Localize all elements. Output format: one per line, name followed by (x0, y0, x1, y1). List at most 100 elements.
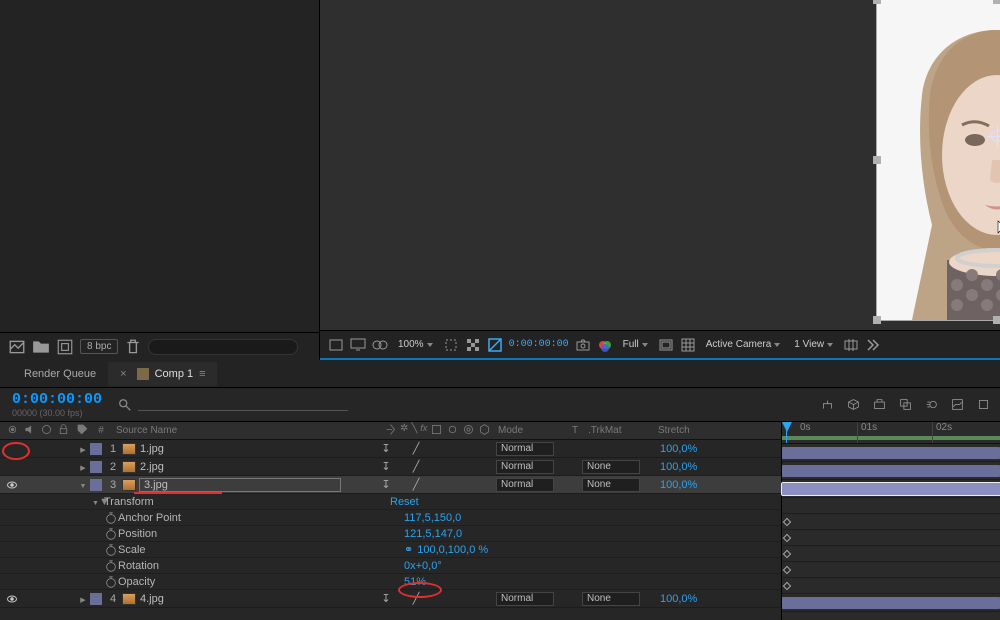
mode-col-header[interactable]: Mode (492, 425, 568, 436)
twirl-icon[interactable] (76, 461, 90, 473)
eye-icon[interactable] (6, 593, 18, 605)
stopwatch-icon[interactable] (104, 575, 118, 589)
project-search-input[interactable] (148, 339, 298, 355)
trkmat-dropdown[interactable]: None (582, 460, 640, 474)
layer-name[interactable]: 4.jpg (140, 593, 164, 605)
time-ruler[interactable]: 0s 01s 02s (782, 422, 1000, 444)
motion-blur-icon[interactable] (922, 396, 940, 414)
stopwatch-icon[interactable] (104, 527, 118, 541)
prop-value[interactable]: 117,5,150,0 (404, 512, 461, 524)
audio-col-icon[interactable] (23, 423, 36, 439)
label-col-icon[interactable] (76, 428, 89, 439)
safe-zones-icon[interactable] (658, 337, 674, 353)
stopwatch-icon[interactable] (104, 559, 118, 573)
twirl-icon[interactable] (76, 443, 90, 455)
new-composition-icon[interactable] (56, 338, 74, 356)
prop-value[interactable]: 0x+0,0° (404, 560, 442, 572)
stopwatch-icon[interactable] (104, 511, 118, 525)
monitor-icon[interactable] (350, 337, 366, 353)
zoom-dropdown[interactable]: 100% (394, 338, 437, 351)
camera-dropdown[interactable]: Active Camera (702, 338, 785, 351)
prop-opacity[interactable]: Opacity 51% (0, 574, 781, 590)
num-col-header[interactable]: # (92, 425, 110, 436)
fast-previews-icon[interactable] (865, 337, 881, 353)
timeline-search-input[interactable] (138, 398, 348, 411)
playhead[interactable] (786, 422, 787, 443)
layer-row[interactable]: 3 3.jpg ↧╱ Normal None 100,0% (0, 476, 781, 494)
anchor-point-icon[interactable] (991, 130, 1000, 142)
tab-render-queue[interactable]: Render Queue (12, 362, 108, 386)
prop-anchor-point[interactable]: Anchor Point 117,5,150,0 (0, 510, 781, 526)
mode-dropdown[interactable]: Normal (496, 442, 554, 456)
lock-col-icon[interactable] (57, 423, 70, 439)
layer-name[interactable]: 3.jpg (140, 479, 340, 491)
constrain-icon[interactable]: ⚭ (404, 543, 413, 556)
prop-scale[interactable]: Scale ⚭ 100,0,100,0 % (0, 542, 781, 558)
comp-mini-flowchart-icon[interactable] (818, 396, 836, 414)
prop-value[interactable]: 51% (404, 576, 426, 588)
label-color[interactable] (90, 443, 102, 455)
interpret-footage-icon[interactable] (8, 338, 26, 356)
prop-value[interactable]: 121,5,147,0 (404, 528, 462, 540)
new-folder-icon[interactable] (32, 338, 50, 356)
always-preview-icon[interactable] (328, 337, 344, 353)
hide-shy-icon[interactable] (870, 396, 888, 414)
twirl-icon[interactable]: ▼ (92, 496, 104, 508)
trash-icon[interactable] (124, 338, 142, 356)
stretch-value[interactable]: 100,0% (650, 443, 781, 455)
layer-row[interactable]: 2 2.jpg ↧╱ Normal None 100,0% (0, 458, 781, 476)
timeline-tracks[interactable]: 0s 01s 02s (782, 422, 1000, 620)
tab-comp1[interactable]: × Comp 1 ≡ (108, 362, 216, 386)
mode-dropdown[interactable]: Normal (496, 478, 554, 492)
channel-icon[interactable] (597, 337, 613, 353)
roi-icon[interactable] (443, 337, 459, 353)
label-color[interactable] (90, 479, 102, 491)
frame-blend-icon[interactable] (896, 396, 914, 414)
preview-time[interactable]: 0:00:00:00 (509, 339, 569, 350)
transform-group[interactable]: ▼ Transform Reset (0, 494, 781, 510)
transparency-grid-icon[interactable] (465, 337, 481, 353)
pixel-aspect-icon[interactable] (843, 337, 859, 353)
twirl-icon[interactable] (76, 593, 90, 605)
stretch-value[interactable]: 100,0% (650, 461, 781, 473)
layer-bounding-box[interactable] (877, 0, 1000, 320)
video-col-icon[interactable] (6, 423, 19, 439)
mode-dropdown[interactable]: Normal (496, 592, 554, 606)
snapping-icon[interactable] (974, 396, 992, 414)
layer-name[interactable]: 1.jpg (140, 443, 164, 455)
eye-icon[interactable] (6, 479, 18, 491)
layer-row[interactable]: 1 1.jpg ↧╱ Normal 100,0% (0, 440, 781, 458)
graph-editor-icon[interactable] (948, 396, 966, 414)
stretch-value[interactable]: 100,0% (650, 479, 781, 491)
current-time-display[interactable]: 0:00:00:00 00000 (30.00 fps) (0, 391, 110, 418)
draft-3d-icon[interactable] (372, 337, 388, 353)
prop-position[interactable]: Position 121,5,147,0 (0, 526, 781, 542)
reset-link[interactable]: Reset (390, 496, 419, 508)
trkmat-col-header[interactable]: .TrkMat (582, 425, 650, 436)
mode-dropdown[interactable]: Normal (496, 460, 554, 474)
t-col-header[interactable]: T (568, 425, 582, 436)
prop-value[interactable]: 100,0,100,0 % (417, 544, 488, 556)
grid-icon[interactable] (680, 337, 696, 353)
draft-3d-icon[interactable] (844, 396, 862, 414)
label-color[interactable] (90, 593, 102, 605)
layer-row[interactable]: 4 4.jpg ↧╱ Normal None 100,0% (0, 590, 781, 608)
snapshot-icon[interactable] (575, 337, 591, 353)
solo-col-icon[interactable] (40, 423, 53, 439)
close-icon[interactable]: × (120, 368, 126, 380)
panel-menu-icon[interactable]: ≡ (199, 368, 204, 380)
resolution-dropdown[interactable]: Full (619, 338, 652, 351)
trkmat-dropdown[interactable]: None (582, 478, 640, 492)
source-name-col-header[interactable]: Source Name (110, 425, 380, 436)
layer-name[interactable]: 2.jpg (140, 461, 164, 473)
color-depth-button[interactable]: 8 bpc (80, 339, 118, 354)
comp-canvas[interactable] (320, 0, 1000, 358)
stopwatch-icon[interactable] (104, 543, 118, 557)
twirl-icon[interactable] (76, 479, 90, 491)
stretch-value[interactable]: 100,0% (650, 593, 781, 605)
prop-rotation[interactable]: Rotation 0x+0,0° (0, 558, 781, 574)
trkmat-dropdown[interactable]: None (582, 592, 640, 606)
label-color[interactable] (90, 461, 102, 473)
mask-visibility-icon[interactable] (487, 337, 503, 353)
stretch-col-header[interactable]: Stretch (650, 425, 781, 436)
